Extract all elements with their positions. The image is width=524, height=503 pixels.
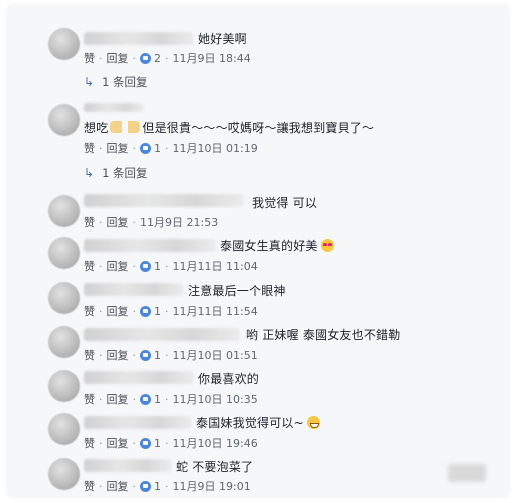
comment-time[interactable]: 11月10日 01:51 [173,347,258,363]
reaction-count[interactable]: 1 [154,305,161,318]
like-button[interactable]: 赞 [84,347,95,363]
comment-time[interactable]: 11月10日 10:35 [173,391,258,407]
comment-time[interactable]: 11月10日 19:46 [173,435,258,451]
comment-meta: 赞 · 回复 · 1 · 11月11日 11:54 [84,303,258,319]
comment-text: 注意最后一个眼神 [188,284,286,298]
commenter-name-redacted[interactable] [84,103,144,112]
like-reaction-icon[interactable] [140,393,151,405]
reaction-count[interactable]: 1 [154,393,161,406]
like-button[interactable]: 赞 [84,214,95,230]
reply-arrow-icon: ↳ [84,166,95,180]
reply-button[interactable]: 回复 [107,391,129,407]
like-reaction-icon[interactable] [140,480,151,492]
like-reaction-icon[interactable] [140,437,151,449]
avatar[interactable] [48,28,80,60]
comment-text: 蛇 不要泡菜了 [176,460,254,474]
avatar[interactable] [48,195,80,227]
reply-button[interactable]: 回复 [107,347,129,363]
reaction-count[interactable]: 1 [154,480,161,493]
comment-meta: 赞 · 回复 · 1 · 11月10日 10:35 [84,391,258,407]
avatar[interactable] [48,326,80,358]
reaction-count[interactable]: 2 [154,52,161,65]
commenter-name-redacted[interactable] [84,283,184,296]
like-reaction-icon[interactable] [140,349,151,361]
comment-time[interactable]: 11月9日 18:44 [173,50,251,66]
reply-arrow-icon: ↳ [84,75,95,89]
reaction-count[interactable]: 1 [154,349,161,362]
like-button[interactable]: 赞 [84,435,95,451]
like-button[interactable]: 赞 [84,140,95,156]
comment-time[interactable]: 11月11日 11:04 [173,258,258,274]
like-button[interactable]: 赞 [84,391,95,407]
avatar[interactable] [48,370,80,402]
commenter-name-redacted[interactable] [84,416,192,429]
commenter-name-redacted[interactable] [84,459,172,472]
comment-time[interactable]: 11月11日 11:54 [173,303,258,319]
comment-meta: 赞 · 回复 · 1 · 11月10日 01:19 [84,140,258,156]
clapping-hands-emoji [110,121,141,133]
comment-text: 她好美啊 [198,32,247,46]
like-button[interactable]: 赞 [84,303,95,319]
comment-text: 你最喜欢的 [198,372,260,386]
comment-meta: 赞 · 回复 · 1 · 11月10日 01:51 [84,347,258,363]
comment-meta: 赞 · 回复 · 2 · 11月9日 18:44 [84,50,251,66]
reaction-count[interactable]: 1 [154,437,161,450]
replies-count-label[interactable]: 1 条回复 [102,165,147,181]
comment-text: 泰国妹我觉得可以~ [196,414,320,431]
reply-button[interactable]: 回复 [107,214,129,230]
replies-count-label[interactable]: 1 条回复 [102,74,147,90]
comment-meta: 赞 · 回复 · 1 · 11月9日 19:01 [84,478,251,494]
like-reaction-icon[interactable] [140,142,151,154]
comment-text: 我觉得 可以 [252,196,318,210]
like-button[interactable]: 赞 [84,478,95,494]
reply-button[interactable]: 回复 [107,140,129,156]
redacted-watermark [448,464,486,482]
reply-button[interactable]: 回复 [107,50,129,66]
view-replies-link[interactable]: ↳ 1 条回复 [84,165,148,181]
comment-time[interactable]: 11月9日 19:01 [173,478,251,494]
reaction-count[interactable]: 1 [154,260,161,273]
avatar[interactable] [48,237,80,269]
avatar[interactable] [48,104,80,136]
comments-panel: 她好美啊 赞 · 回复 · 2 · 11月9日 18:44 ↳ 1 条回复 想吃… [8,6,508,496]
avatar[interactable] [48,413,80,445]
comment-time[interactable]: 11月9日 21:53 [140,214,218,230]
commenter-name-redacted[interactable] [84,328,240,341]
comment-meta: 赞 · 回复 · 11月9日 21:53 [84,214,219,230]
reaction-count[interactable]: 1 [154,142,161,155]
comment-text: 想吃 但是很貴～～～哎媽呀～讓我想到寶貝了～ [84,121,375,135]
comment-text: 哟 正妹喔 泰國女友也不錯勒 [246,328,401,342]
reply-button[interactable]: 回复 [107,258,129,274]
commenter-name-redacted[interactable] [84,239,216,252]
comment-meta: 赞 · 回复 · 1 · 11月10日 19:46 [84,435,258,451]
comment-time[interactable]: 11月10日 01:19 [173,140,258,156]
view-replies-link[interactable]: ↳ 1 条回复 [84,74,148,90]
avatar[interactable] [48,282,80,314]
commenter-name-redacted[interactable] [84,32,194,45]
like-button[interactable]: 赞 [84,50,95,66]
grin-emoji [306,416,320,429]
comment-meta: 赞 · 回复 · 1 · 11月11日 11:04 [84,258,258,274]
reply-button[interactable]: 回复 [107,303,129,319]
commenter-name-redacted[interactable] [84,194,244,207]
comment-text: 泰國女生真的好美 [220,237,334,254]
like-reaction-icon[interactable] [140,305,151,317]
avatar[interactable] [48,458,80,490]
like-button[interactable]: 赞 [84,258,95,274]
like-reaction-icon[interactable] [140,260,151,272]
commenter-name-redacted[interactable] [84,371,194,384]
heart-eyes-emoji [320,239,334,252]
like-reaction-icon[interactable] [140,52,151,64]
reply-button[interactable]: 回复 [107,435,129,451]
reply-button[interactable]: 回复 [107,478,129,494]
